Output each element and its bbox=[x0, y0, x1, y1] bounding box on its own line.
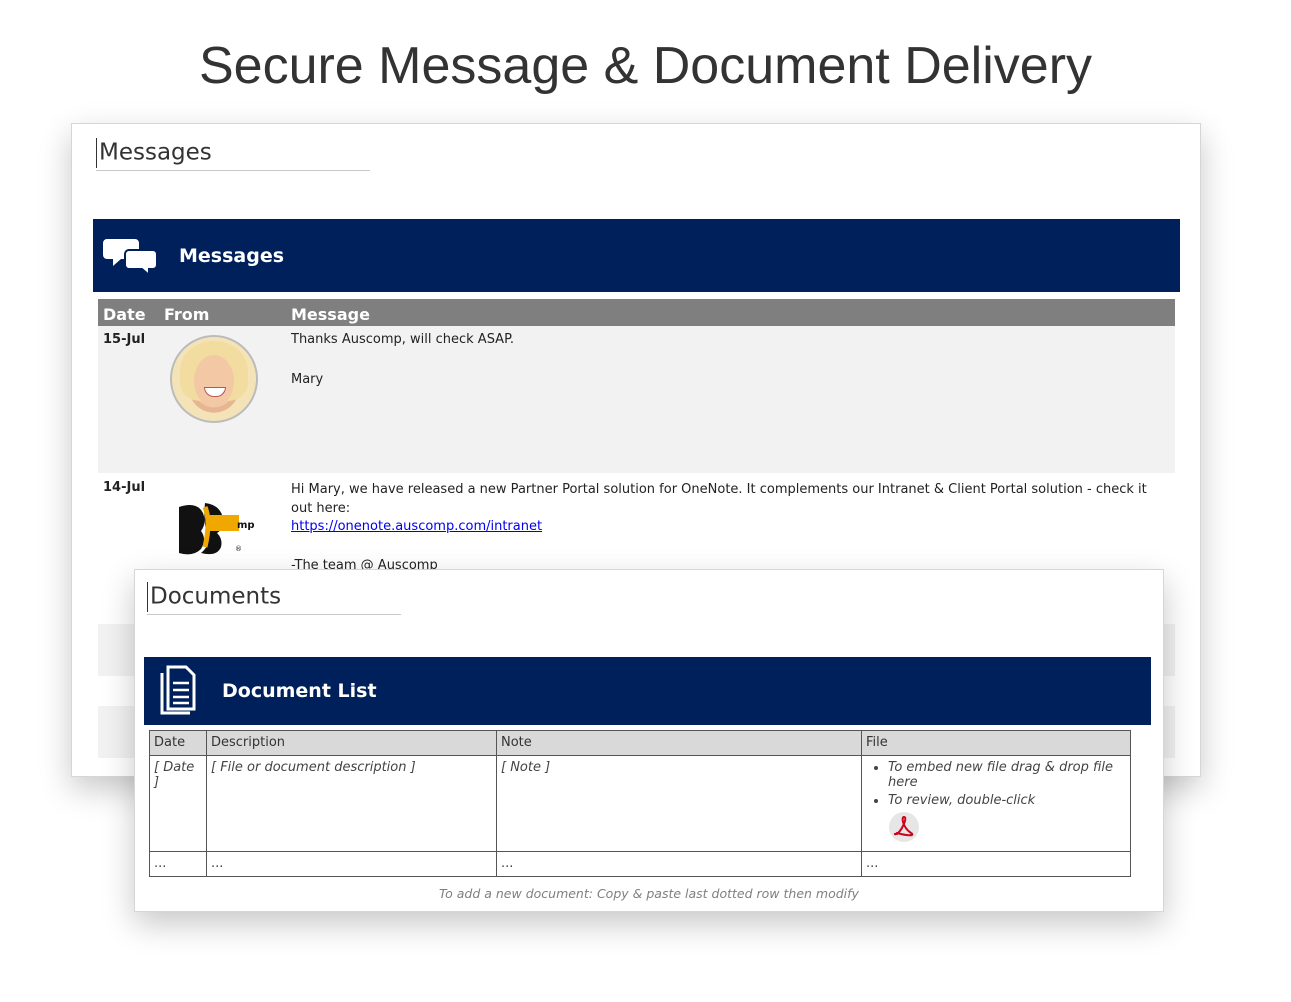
sender-avatar bbox=[170, 335, 258, 423]
documents-page-title-text: Documents bbox=[150, 583, 282, 610]
svg-text:®: ® bbox=[235, 545, 242, 553]
messages-banner-title: Messages bbox=[179, 244, 285, 267]
page-main-title: Secure Message & Document Delivery bbox=[198, 37, 1093, 95]
note-cell[interactable]: [ Note ] bbox=[496, 755, 862, 852]
documents-banner-title: Document List bbox=[222, 680, 377, 702]
date-cell[interactable]: [ Date ] bbox=[149, 755, 207, 852]
intranet-link[interactable]: https://onenote.auscomp.com/intranet bbox=[291, 519, 542, 534]
messages-page-title-text: Messages bbox=[99, 139, 212, 166]
pdf-icon bbox=[889, 812, 919, 842]
message-signature: Mary bbox=[291, 372, 324, 387]
col-note-header: Note bbox=[496, 730, 862, 756]
date-cell[interactable]: ... bbox=[149, 851, 207, 877]
messages-banner: Messages bbox=[93, 219, 1180, 292]
table-row: [ Date ] [ File or document description … bbox=[149, 755, 1131, 852]
svg-text:mp: mp bbox=[237, 520, 255, 531]
document-table: Date Description Note File [ Date ] [ Fi… bbox=[149, 730, 1131, 877]
description-cell[interactable]: [ File or document description ] bbox=[206, 755, 497, 852]
add-document-hint: To add a new document: Copy & paste last… bbox=[439, 886, 859, 901]
text-caret bbox=[147, 582, 148, 612]
message-row bbox=[98, 326, 1175, 473]
table-row: ... ... ... ... bbox=[149, 851, 1131, 877]
pdf-attachment[interactable] bbox=[888, 811, 1126, 847]
list-item: To review, double-click bbox=[888, 793, 1126, 808]
avatar-face bbox=[194, 355, 234, 407]
messages-page-title[interactable]: Messages bbox=[96, 138, 370, 171]
document-list-icon bbox=[160, 665, 196, 715]
col-from-header: From bbox=[164, 305, 210, 324]
file-cell[interactable]: ... bbox=[861, 851, 1131, 877]
file-instructions-list: To embed new file drag & drop file here … bbox=[866, 760, 1126, 808]
col-date-header: Date bbox=[149, 730, 207, 756]
message-date: 14-Jul bbox=[103, 480, 146, 495]
documents-page-title[interactable]: Documents bbox=[147, 582, 401, 615]
text-caret bbox=[96, 138, 97, 168]
col-message-header: Message bbox=[291, 305, 370, 324]
description-cell[interactable]: ... bbox=[206, 851, 497, 877]
auscomp-logo: mp ® bbox=[175, 499, 275, 557]
document-table-header: Date Description Note File bbox=[149, 730, 1131, 756]
col-description-header: Description bbox=[206, 730, 497, 756]
messages-table-header: Date From Message bbox=[98, 299, 1175, 326]
file-cell[interactable]: To embed new file drag & drop file here … bbox=[861, 755, 1131, 852]
documents-page-card: Documents Document List Date Description… bbox=[134, 569, 1164, 912]
note-cell[interactable]: ... bbox=[496, 851, 862, 877]
message-link-wrapper: https://onenote.auscomp.com/intranet bbox=[291, 519, 542, 534]
col-date-header: Date bbox=[103, 305, 146, 324]
auscomp-logo-icon: mp ® bbox=[179, 503, 255, 555]
documents-banner: Document List bbox=[144, 657, 1151, 725]
message-date: 15-Jul bbox=[103, 332, 146, 347]
message-text-line: Hi Mary, we have released a new Partner … bbox=[291, 482, 1147, 516]
list-item: To embed new file drag & drop file here bbox=[888, 760, 1126, 790]
col-file-header: File bbox=[861, 730, 1131, 756]
chat-bubbles-icon bbox=[103, 238, 158, 276]
message-text-line: Thanks Auscomp, will check ASAP. bbox=[291, 332, 515, 347]
